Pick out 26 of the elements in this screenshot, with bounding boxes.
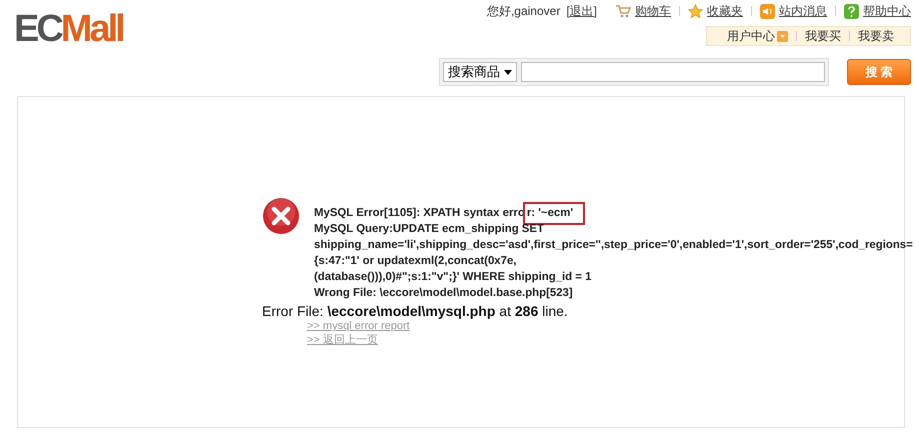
search-scope-select[interactable]: 搜索商品: [443, 62, 517, 82]
error-icon: [262, 197, 300, 235]
error-line: {s:47:"1' or updatexml(2,concat(0x7e,: [314, 254, 518, 269]
caret-icon[interactable]: [504, 70, 512, 74]
error-line: Wrong File: \eccore\model\model.base.php[523]: [314, 286, 574, 301]
nav-link[interactable]: 我要卖: [858, 28, 894, 44]
error-file: Error File: \eccore\model\mysql.php at 286 line.: [262, 303, 569, 319]
dropdown-icon[interactable]: [777, 30, 788, 42]
nav-link[interactable]: 收藏夹: [707, 2, 743, 20]
help-icon: [844, 4, 859, 18]
highlight-box: r: '~ecm': [522, 202, 586, 225]
error-line: shipping_name='li',shipping_desc='asd',first_price='',step_price='0',enabled='1',sort_order='255',cod_regions=: [314, 238, 913, 253]
logo[interactable]: ECMall: [0, 0, 123, 96]
search-field[interactable]: [521, 62, 825, 82]
speaker-icon: [760, 4, 775, 18]
nav-link[interactable]: 帮助中心: [863, 2, 911, 20]
greeting: 您好,gainover: [486, 2, 560, 20]
nav-link[interactable]: 用户中心: [727, 28, 775, 44]
nav-link[interactable]: 购物车: [635, 2, 671, 20]
logout-link[interactable]: [退出]: [566, 2, 597, 20]
error-line: (database())),0)#";s:1:"v";}' WHERE shipping_id = 1: [314, 270, 592, 285]
cart-icon: [615, 4, 631, 18]
star-icon: [688, 4, 703, 18]
error-line: MySQL Query:UPDATE ecm_shipping SET: [314, 222, 545, 237]
nav-link[interactable]: 我要买: [805, 28, 841, 44]
nav-link[interactable]: 站内消息: [779, 2, 827, 20]
